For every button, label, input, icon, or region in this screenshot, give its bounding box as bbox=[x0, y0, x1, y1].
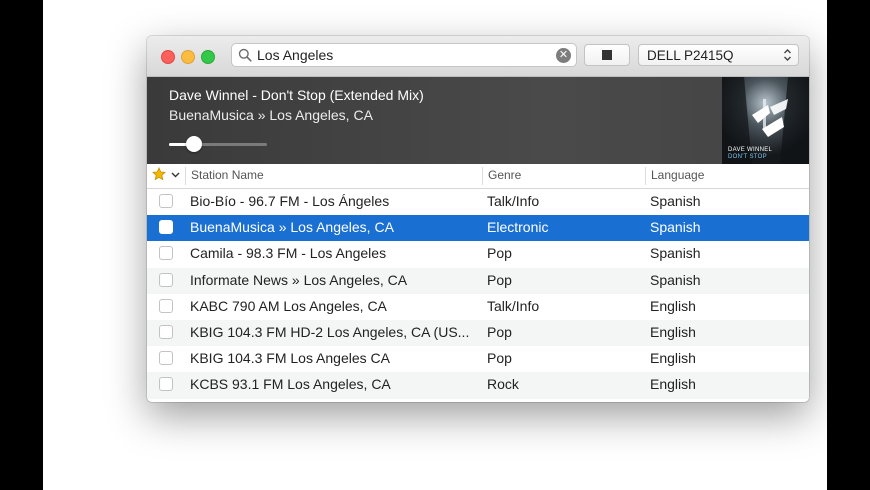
language-cell: Spanish bbox=[650, 193, 701, 209]
language-cell: English bbox=[650, 297, 696, 314]
genre-cell: Pop bbox=[487, 350, 512, 367]
table-row[interactable]: KCBS 93.1 FM Los Angeles, CA Rock English bbox=[147, 372, 809, 399]
table-row[interactable]: KCBS 93.1 HD2 Los Angeles, CATalk/InfoEn… bbox=[147, 399, 809, 403]
station-name-cell: Informate News » Los Angeles, CA bbox=[190, 271, 408, 288]
favorite-checkbox[interactable] bbox=[159, 324, 173, 339]
table-row[interactable]: KBIG 104.3 FM HD-2 Los Angeles, CA (US..… bbox=[147, 319, 809, 347]
station-name-cell: KCBS 93.1 FM Los Angeles, CA bbox=[190, 376, 391, 393]
genre-cell: Talk/Info bbox=[487, 297, 540, 314]
genre-cell: Pop bbox=[487, 245, 512, 262]
column-header-station-name[interactable]: Station Name bbox=[191, 168, 264, 182]
now-playing-station: BuenaMusica » Los Angeles, CA bbox=[169, 107, 373, 123]
output-device-label: DELL P2415Q bbox=[647, 48, 734, 63]
favorite-checkbox[interactable] bbox=[159, 377, 173, 392]
clear-search-icon[interactable]: ✕ bbox=[556, 48, 571, 63]
language-cell: Spanish bbox=[650, 271, 701, 288]
screenshot-backdrop: ✕ DELL P2415Q Dave Winnel - Don't Stop (… bbox=[43, 0, 827, 490]
search-icon bbox=[238, 48, 252, 62]
close-window-button[interactable] bbox=[161, 50, 175, 64]
table-row[interactable]: KBIG 104.3 FM Los Angeles CA Pop English bbox=[147, 346, 809, 372]
favorite-checkbox[interactable] bbox=[159, 246, 173, 261]
volume-slider[interactable] bbox=[169, 136, 267, 152]
station-name-cell: KBIG 104.3 FM Los Angeles CA bbox=[190, 350, 390, 367]
favorite-checkbox[interactable] bbox=[159, 351, 173, 366]
album-artwork-track: DON'T STOP bbox=[728, 154, 767, 160]
favorite-checkbox[interactable] bbox=[159, 194, 173, 208]
search-input[interactable] bbox=[257, 46, 547, 64]
minimize-window-button[interactable] bbox=[181, 50, 195, 64]
station-table-header: Station Name Genre Language bbox=[147, 164, 809, 189]
genre-cell: Electronic bbox=[487, 219, 549, 236]
language-cell: Spanish bbox=[650, 245, 701, 262]
column-separator bbox=[645, 167, 646, 185]
column-header-genre[interactable]: Genre bbox=[488, 168, 521, 182]
favorite-star-icon[interactable] bbox=[152, 167, 166, 181]
station-name-cell: KABC 790 AM Los Angeles, CA bbox=[190, 297, 387, 314]
table-row[interactable]: Camila - 98.3 FM - Los Angeles Pop Spanish bbox=[147, 241, 809, 267]
output-device-select[interactable]: DELL P2415Q bbox=[638, 44, 799, 66]
stop-button[interactable] bbox=[584, 44, 630, 66]
genre-cell: Pop bbox=[487, 271, 512, 288]
station-table-body: Bio-Bío - 96.7 FM - Los Ángeles Talk/Info… bbox=[147, 189, 809, 402]
now-playing-panel: Dave Winnel - Don't Stop (Extended Mix) … bbox=[147, 77, 809, 164]
up-down-chevron-icon bbox=[784, 49, 791, 61]
column-separator bbox=[185, 167, 186, 185]
station-name-cell: BuenaMusica » Los Angeles, CA bbox=[190, 219, 394, 236]
genre-cell: Pop bbox=[487, 323, 512, 340]
language-cell: English bbox=[650, 376, 696, 393]
language-cell: English bbox=[650, 323, 696, 340]
table-row[interactable]: BuenaMusica » Los Angeles, CA Electronic S… bbox=[147, 215, 809, 242]
table-row[interactable]: Informate News » Los Angeles, CA Pop Spani… bbox=[147, 267, 809, 294]
zoom-window-button[interactable] bbox=[201, 50, 215, 64]
toolbar: ✕ DELL P2415Q bbox=[147, 36, 809, 77]
search-field[interactable]: ✕ bbox=[231, 43, 577, 67]
genre-cell: Rock bbox=[487, 376, 519, 393]
favorite-checkbox[interactable] bbox=[159, 220, 173, 235]
column-separator bbox=[482, 167, 483, 185]
genre-cell: Talk/Info bbox=[487, 193, 540, 209]
table-row[interactable]: Bio-Bío - 96.7 FM - Los Ángeles Talk/Info… bbox=[147, 189, 809, 215]
column-header-language[interactable]: Language bbox=[651, 168, 704, 182]
album-artwork: DAVE WINNEL DON'T STOP bbox=[722, 77, 809, 164]
language-cell: Spanish bbox=[650, 219, 701, 236]
favorite-checkbox[interactable] bbox=[159, 298, 173, 313]
chevron-down-icon[interactable] bbox=[171, 172, 180, 178]
stop-icon bbox=[602, 50, 612, 60]
album-artwork-artist: DAVE WINNEL bbox=[728, 147, 773, 153]
table-row[interactable]: KABC 790 AM Los Angeles, CA Talk/Info Engl… bbox=[147, 294, 809, 320]
station-name-cell: Bio-Bío - 96.7 FM - Los Ángeles bbox=[190, 193, 390, 209]
now-playing-title: Dave Winnel - Don't Stop (Extended Mix) bbox=[169, 87, 424, 103]
station-name-cell: KBIG 104.3 FM HD-2 Los Angeles, CA (US..… bbox=[190, 323, 470, 340]
volume-slider-thumb[interactable] bbox=[186, 136, 203, 152]
language-cell: English bbox=[650, 350, 696, 367]
app-window: ✕ DELL P2415Q Dave Winnel - Don't Stop (… bbox=[147, 36, 809, 402]
favorite-checkbox[interactable] bbox=[159, 272, 173, 287]
station-name-cell: Camila - 98.3 FM - Los Angeles bbox=[190, 245, 387, 262]
